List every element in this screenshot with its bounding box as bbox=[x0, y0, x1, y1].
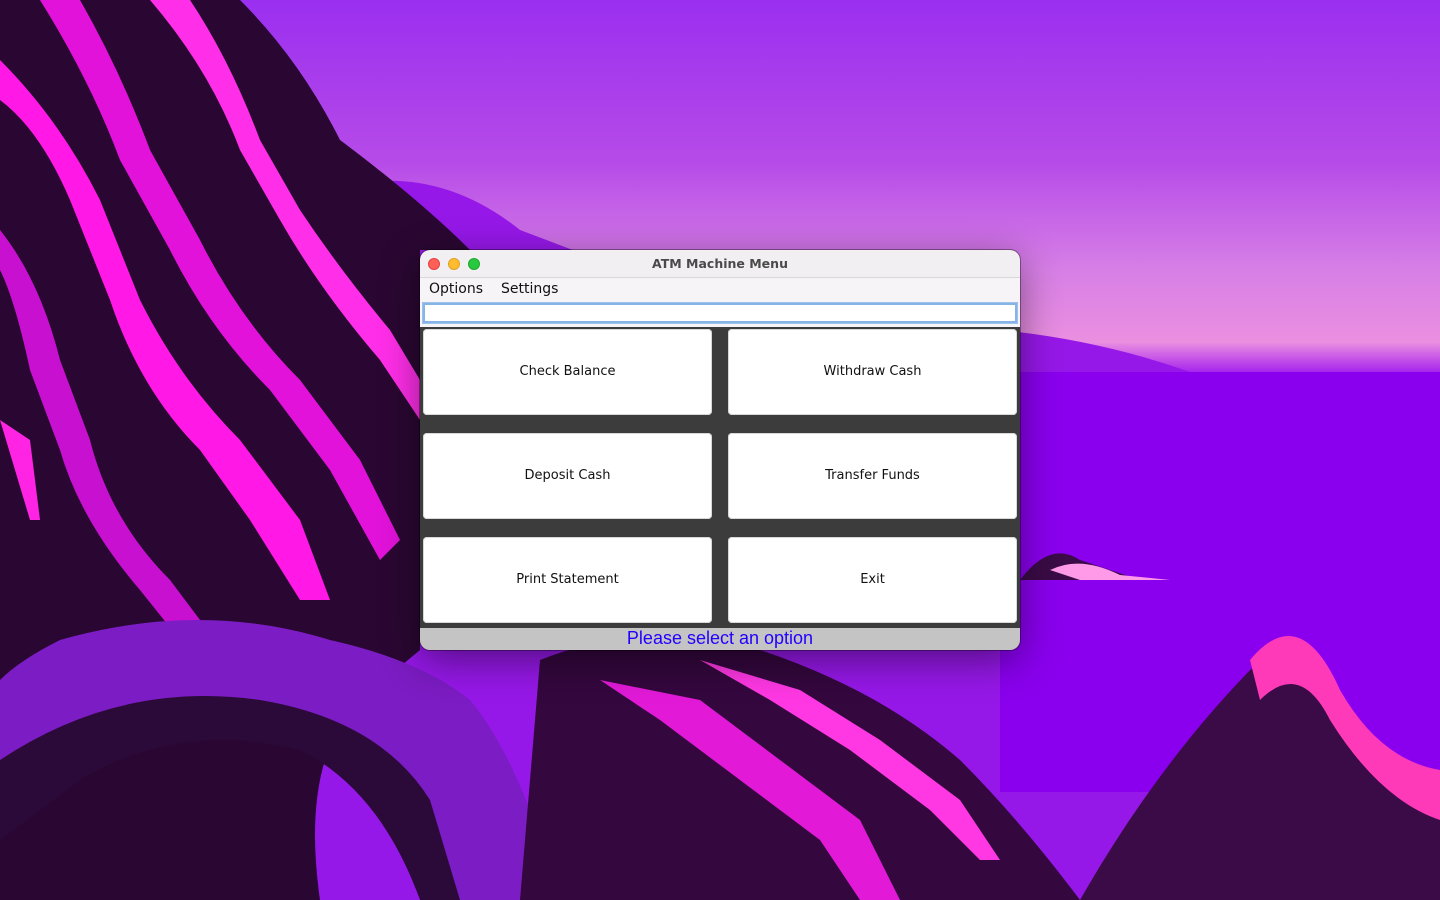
menu-settings[interactable]: Settings bbox=[501, 278, 558, 300]
withdraw-cash-button[interactable]: Withdraw Cash bbox=[728, 329, 1017, 415]
deposit-cash-button[interactable]: Deposit Cash bbox=[423, 433, 712, 519]
atm-window: ATM Machine Menu Options Settings Check … bbox=[420, 250, 1020, 650]
desktop: ATM Machine Menu Options Settings Check … bbox=[0, 0, 1440, 900]
print-statement-button[interactable]: Print Statement bbox=[423, 537, 712, 623]
check-balance-button[interactable]: Check Balance bbox=[423, 329, 712, 415]
exit-button[interactable]: Exit bbox=[728, 537, 1017, 623]
title-bar[interactable]: ATM Machine Menu bbox=[420, 250, 1020, 278]
transfer-funds-button[interactable]: Transfer Funds bbox=[728, 433, 1017, 519]
status-message: Please select an option bbox=[420, 628, 1020, 650]
input-row bbox=[420, 300, 1020, 327]
window-title: ATM Machine Menu bbox=[652, 256, 788, 271]
menu-options[interactable]: Options bbox=[429, 278, 483, 300]
atm-input-field[interactable] bbox=[422, 302, 1018, 324]
menu-bar: Options Settings bbox=[420, 278, 1020, 300]
action-button-grid: Check Balance Withdraw Cash Deposit Cash… bbox=[420, 327, 1020, 628]
